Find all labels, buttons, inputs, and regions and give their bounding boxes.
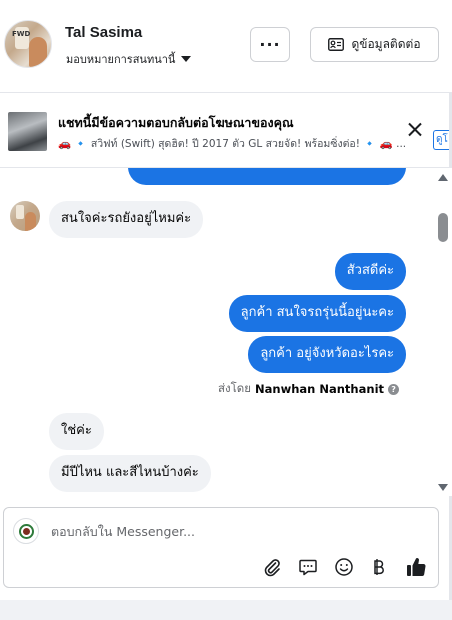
ad-banner-title: แชทนี้มีข้อความตอบกลับต่อโฆษณาของคุณ	[58, 115, 294, 130]
sent-by-prefix: ส่งโดย	[218, 381, 252, 395]
help-icon[interactable]: ?	[388, 383, 400, 395]
chat-bubble-icon	[299, 559, 317, 576]
sent-by-agent: Nanwhan Nanthanit	[255, 382, 385, 396]
message-outgoing[interactable]: ลูกค้า อยู่จังหวัดอะไรคะ	[248, 336, 406, 373]
contact-name[interactable]: Tal Sasima	[65, 24, 142, 41]
sent-by-label: ส่งโดย Nanwhan Nanthanit ?	[218, 380, 400, 398]
message-incoming[interactable]: มีปีไหน และสีไหนบ้างค่ะ	[49, 455, 211, 492]
avatar-text: FWD	[12, 30, 31, 38]
message-bubble-partial	[128, 168, 406, 185]
close-icon[interactable]	[406, 121, 424, 139]
assign-conversation-dropdown[interactable]: มอบหมายการสนทนานี้	[66, 50, 192, 68]
assign-label: มอบหมายการสนทนานี้	[66, 53, 176, 66]
footer-strip	[0, 600, 452, 620]
contact-avatar[interactable]: FWD	[4, 20, 52, 68]
emoji-button[interactable]	[333, 556, 355, 578]
ad-preview-text: 🚗 🔹 สวิฟท์ (Swift) สุดฮิต! ปี 2017 ตัว G…	[58, 138, 407, 150]
message-incoming[interactable]: สนใจค่ะรถยังอยู่ไหมค่ะ	[49, 201, 204, 238]
baht-icon	[374, 559, 384, 575]
message-outgoing[interactable]: ลูกค้า สนใจรถรุ่นนี้อยู่นะคะ	[228, 295, 406, 332]
more-icon: ···	[259, 35, 281, 54]
scroll-down-arrow-icon[interactable]	[438, 484, 448, 491]
message-thread[interactable]: สนใจค่ะรถยังอยู่ไหมค่ะ สัวสดีค่ะ ลูกค้า …	[0, 168, 452, 496]
ad-thumbnail	[8, 112, 47, 151]
scrollbar-thumb[interactable]	[438, 213, 448, 242]
attachment-button[interactable]	[261, 556, 283, 578]
message-incoming[interactable]: ใช่ค่ะ	[49, 413, 104, 450]
saved-replies-button[interactable]	[297, 556, 319, 578]
scroll-up-arrow-icon[interactable]	[438, 174, 448, 181]
contact-avatar-small	[10, 201, 40, 231]
conversation-header: FWD Tal Sasima มอบหมายการสนทนานี้ ··· ดู…	[0, 0, 452, 92]
reply-composer	[3, 507, 439, 588]
contact-card-icon	[328, 38, 345, 51]
view-contact-label: ดูข้อมูลติดต่อ	[351, 37, 421, 51]
view-contact-button[interactable]: ดูข้อมูลติดต่อ	[310, 27, 439, 62]
thumbs-up-icon	[407, 558, 426, 577]
message-outgoing[interactable]: สัวสดีค่ะ	[334, 253, 406, 290]
more-options-button[interactable]: ···	[250, 27, 290, 62]
page-logo-avatar	[13, 518, 39, 544]
avatar-person	[29, 37, 47, 67]
payment-button[interactable]	[368, 556, 390, 578]
reply-input[interactable]	[51, 520, 421, 542]
like-button[interactable]	[405, 556, 427, 578]
paperclip-icon	[264, 559, 280, 577]
ad-reply-banner: แชทนี้มีข้อความตอบกลับต่อโฆษณาของคุณ 🚗 🔹…	[0, 92, 452, 168]
caret-down-icon	[181, 56, 192, 62]
smiley-icon	[335, 558, 353, 576]
